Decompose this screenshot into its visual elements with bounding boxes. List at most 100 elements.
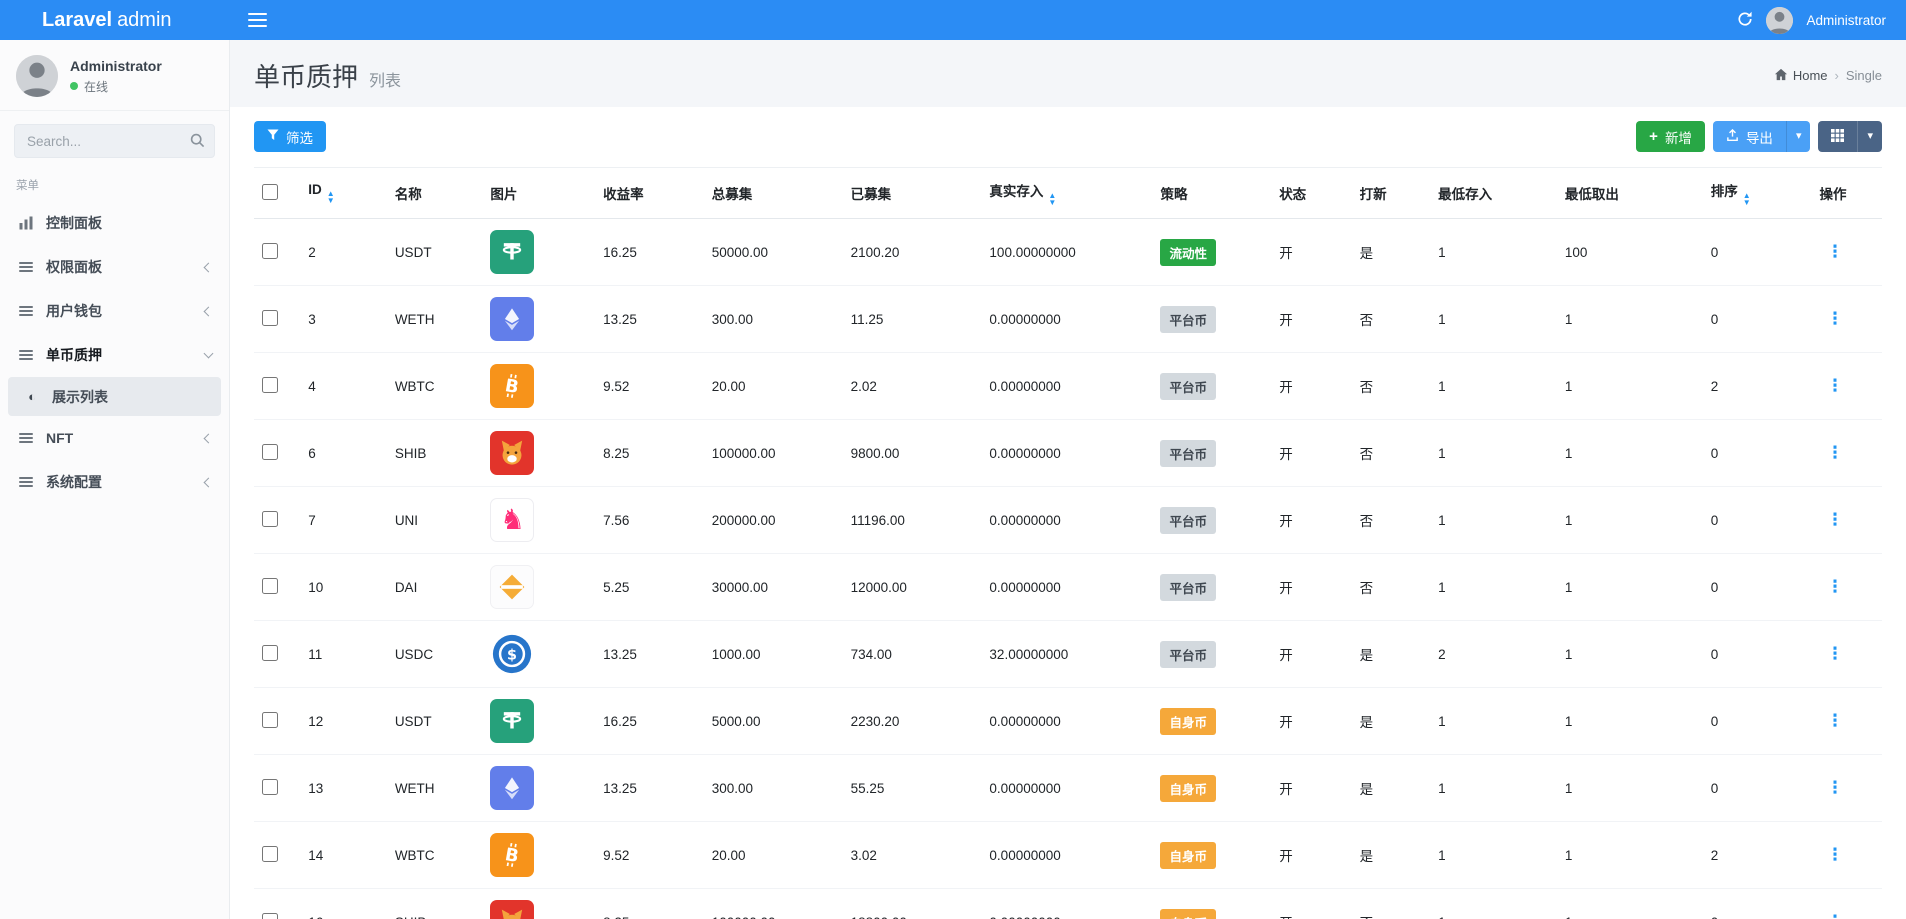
cell-id: 10 xyxy=(300,554,387,621)
cell-name: WETH xyxy=(387,286,483,353)
table-row: 10DAI5.2530000.0012000.000.00000000平台币开否… xyxy=(254,554,1882,621)
sidebar-item-system[interactable]: 系统配置 xyxy=(8,460,221,504)
list-icon xyxy=(17,430,35,446)
cell-min-in: 1 xyxy=(1430,286,1557,353)
row-actions-button[interactable]: ⋮ xyxy=(1819,508,1850,531)
row-actions-button[interactable]: ⋮ xyxy=(1819,776,1850,799)
dai-coin-icon xyxy=(490,565,534,609)
row-actions-button[interactable]: ⋮ xyxy=(1819,374,1850,397)
brand-logo[interactable]: Laravel admin xyxy=(0,0,230,40)
export-button[interactable]: 导出 xyxy=(1713,121,1786,152)
usdt-coin-icon xyxy=(490,230,534,274)
export-caret-button[interactable]: ▾ xyxy=(1786,121,1811,152)
cell-sort: 0 xyxy=(1703,420,1812,487)
row-actions-button[interactable]: ⋮ xyxy=(1819,307,1850,330)
row-actions-button[interactable]: ⋮ xyxy=(1819,843,1850,866)
weth-coin-icon xyxy=(490,766,534,810)
row-checkbox[interactable] xyxy=(262,846,278,862)
cell-min-in: 1 xyxy=(1430,420,1557,487)
strategy-badge: 平台币 xyxy=(1160,373,1216,400)
sort-icon[interactable]: ▲▼ xyxy=(1048,192,1056,206)
row-actions-button[interactable]: ⋮ xyxy=(1819,441,1850,464)
hamburger-menu-button[interactable] xyxy=(248,13,267,27)
columns-caret-button[interactable]: ▾ xyxy=(1857,121,1882,152)
cell-name: DAI xyxy=(387,554,483,621)
row-checkbox[interactable] xyxy=(262,712,278,728)
row-checkbox[interactable] xyxy=(262,511,278,527)
row-checkbox[interactable] xyxy=(262,310,278,326)
cell-sort: 0 xyxy=(1703,755,1812,822)
cell-total: 20.00 xyxy=(704,353,843,420)
cell-rate: 8.25 xyxy=(595,889,704,919)
cell-real: 0.00000000 xyxy=(981,755,1152,822)
cell-sort: 0 xyxy=(1703,621,1812,688)
search-input[interactable] xyxy=(14,124,215,158)
user-avatar[interactable] xyxy=(16,55,58,97)
sidebar-item-nft[interactable]: NFT xyxy=(8,416,221,460)
filter-button[interactable]: 筛选 xyxy=(254,121,326,152)
sidebar-item-permissions[interactable]: 权限面板 xyxy=(8,245,221,289)
cell-total: 20.00 xyxy=(704,822,843,889)
cell-new: 否 xyxy=(1352,420,1430,487)
sidebar-item-staking[interactable]: 单币质押 xyxy=(8,333,221,377)
online-status-label: 在线 xyxy=(84,78,108,95)
page-subtitle: 列表 xyxy=(369,67,401,91)
columns-button-group: ▾ xyxy=(1818,121,1882,152)
row-checkbox[interactable] xyxy=(262,578,278,594)
cell-raised: 11.25 xyxy=(843,286,982,353)
row-checkbox[interactable] xyxy=(262,913,278,919)
navbar-avatar[interactable] xyxy=(1766,7,1793,34)
cell-rate: 13.25 xyxy=(595,286,704,353)
row-actions-button[interactable]: ⋮ xyxy=(1819,240,1850,263)
row-checkbox[interactable] xyxy=(262,444,278,460)
row-actions-button[interactable]: ⋮ xyxy=(1819,709,1850,732)
online-status: 在线 xyxy=(70,78,162,95)
refresh-button[interactable] xyxy=(1737,11,1753,30)
sidebar-item-wallet[interactable]: 用户钱包 xyxy=(8,289,221,333)
columns-button[interactable] xyxy=(1818,121,1857,152)
refresh-icon xyxy=(1737,11,1753,30)
chevron-left-icon xyxy=(204,262,214,272)
breadcrumb-home[interactable]: Home xyxy=(1774,68,1828,84)
column-header-sort[interactable]: 排序▲▼ xyxy=(1703,168,1812,219)
column-header-name: 名称 xyxy=(387,168,483,219)
row-checkbox[interactable] xyxy=(262,779,278,795)
cell-sort: 0 xyxy=(1703,219,1812,286)
cell-raised: 11196.00 xyxy=(843,487,982,554)
row-checkbox[interactable] xyxy=(262,645,278,661)
row-actions-button[interactable]: ⋮ xyxy=(1819,910,1850,919)
cell-new: 否 xyxy=(1352,353,1430,420)
select-all-checkbox[interactable] xyxy=(262,184,278,200)
column-header-real[interactable]: 真实存入▲▼ xyxy=(981,168,1152,219)
page-title: 单币质押 xyxy=(254,57,358,94)
cell-raised: 12000.00 xyxy=(843,554,982,621)
cell-sort: 0 xyxy=(1703,487,1812,554)
sort-icon[interactable]: ▲▼ xyxy=(1743,192,1751,206)
strategy-badge: 平台币 xyxy=(1160,641,1216,668)
row-checkbox[interactable] xyxy=(262,377,278,393)
navbar-username[interactable]: Administrator xyxy=(1806,13,1886,28)
strategy-badge: 自身币 xyxy=(1160,842,1216,869)
add-button[interactable]: + 新增 xyxy=(1636,121,1705,152)
cell-total: 300.00 xyxy=(704,755,843,822)
wbtc-coin-icon: B xyxy=(490,833,534,877)
sidebar-item-dashboard[interactable]: 控制面板 xyxy=(8,201,221,245)
cell-id: 7 xyxy=(300,487,387,554)
column-header-id[interactable]: ID▲▼ xyxy=(300,168,387,219)
search-icon[interactable] xyxy=(190,133,205,151)
column-header-total: 总募集 xyxy=(704,168,843,219)
cell-total: 5000.00 xyxy=(704,688,843,755)
cell-min-in: 1 xyxy=(1430,822,1557,889)
row-actions-button[interactable]: ⋮ xyxy=(1819,642,1850,665)
row-actions-button[interactable]: ⋮ xyxy=(1819,575,1850,598)
sort-icon[interactable]: ▲▼ xyxy=(327,190,335,204)
strategy-badge: 自身币 xyxy=(1160,708,1216,735)
table-row: 12USDT16.255000.002230.200.00000000自身币开是… xyxy=(254,688,1882,755)
row-checkbox[interactable] xyxy=(262,243,278,259)
plus-icon: + xyxy=(1649,129,1658,144)
sidebar-subitem-list[interactable]: ◐展示列表 xyxy=(8,377,221,416)
breadcrumb: Home › Single xyxy=(1774,68,1882,84)
cell-status: 开 xyxy=(1271,420,1351,487)
cell-id: 4 xyxy=(300,353,387,420)
usdt-coin-icon xyxy=(490,699,534,743)
